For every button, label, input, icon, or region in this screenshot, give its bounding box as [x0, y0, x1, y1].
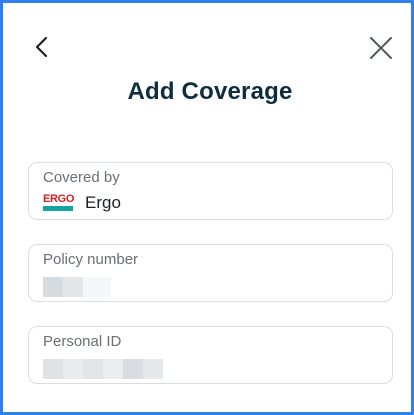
- back-button[interactable]: [29, 33, 57, 61]
- chevron-left-icon: [35, 36, 48, 58]
- ergo-logo: ERGO: [43, 193, 75, 212]
- covered-by-field[interactable]: Covered by ERGO Ergo: [28, 162, 393, 220]
- personal-id-redacted-value: [43, 359, 163, 379]
- policy-number-field[interactable]: Policy number: [28, 244, 393, 302]
- ergo-logo-text: ERGO: [43, 193, 75, 205]
- close-icon: [370, 37, 392, 59]
- covered-by-label: Covered by: [43, 169, 120, 186]
- ergo-logo-bar: [43, 206, 73, 211]
- policy-number-redacted-value: [43, 277, 111, 297]
- add-coverage-screen: Add Coverage Covered by ERGO Ergo Policy…: [0, 0, 414, 415]
- insurer-selection: ERGO Ergo: [43, 193, 121, 213]
- personal-id-field[interactable]: Personal ID: [28, 326, 393, 384]
- page-title: Add Coverage: [127, 78, 293, 105]
- insurer-name: Ergo: [85, 193, 121, 212]
- close-button[interactable]: [367, 34, 395, 62]
- personal-id-label: Personal ID: [43, 333, 122, 350]
- policy-number-label: Policy number: [43, 251, 139, 268]
